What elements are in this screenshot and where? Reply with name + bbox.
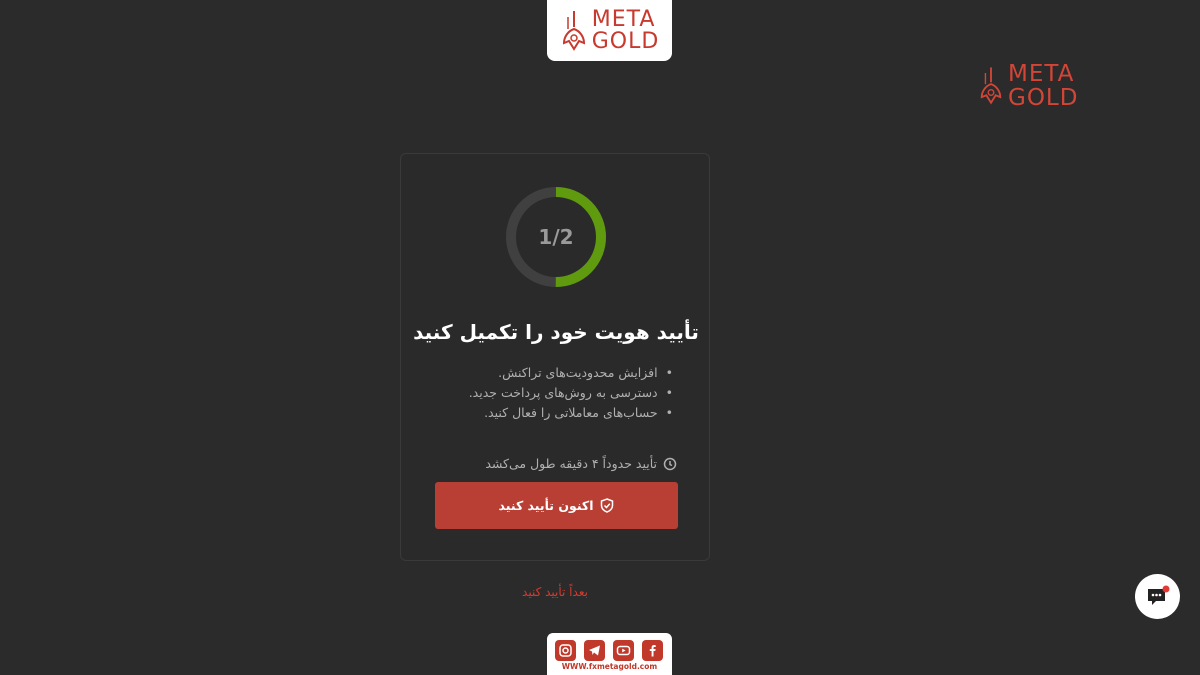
youtube-icon[interactable]: [613, 640, 634, 661]
duration-note: تأیید حدوداً ۴ دقیقه طول می‌کشد: [485, 456, 677, 471]
verification-card: 1/2 تأیید هویت خود را تکمیل کنید افزایش …: [400, 153, 710, 561]
list-item: افزایش محدودیت‌های تراکنش.: [469, 363, 673, 383]
watermark-logo: META GOLD: [978, 62, 1078, 110]
chat-support-button[interactable]: [1135, 574, 1180, 619]
website-url: WWW.fxmetagold.com: [561, 662, 658, 671]
verify-later-link[interactable]: بعداً تأیید کنید: [500, 585, 610, 599]
top-logo: META GOLD: [547, 0, 672, 61]
list-item: دسترسی به روش‌های پرداخت جدید.: [469, 383, 673, 403]
logo-wordmark: META GOLD: [1008, 61, 1079, 111]
facebook-icon[interactable]: [642, 640, 663, 661]
list-item: حساب‌های معاملاتی را فعال کنید.: [469, 403, 673, 423]
logo-wordmark: META GOLD: [591, 6, 660, 54]
clock-icon: [663, 457, 677, 470]
benefits-list: افزایش محدودیت‌های تراکنش. دسترسی به روش…: [469, 363, 673, 423]
chat-support-icon: [1147, 585, 1169, 605]
card-title: تأیید هویت خود را تکمیل کنید: [413, 320, 699, 344]
verify-now-button[interactable]: اکنون تأیید کنید: [435, 482, 678, 529]
progress-step-label: 1/2: [538, 225, 574, 249]
verify-now-label: اکنون تأیید کنید: [498, 498, 594, 513]
shield-check-icon: [601, 498, 614, 513]
duration-text: تأیید حدوداً ۴ دقیقه طول می‌کشد: [485, 456, 657, 471]
social-links-banner: WWW.fxmetagold.com: [547, 633, 672, 675]
metagold-logo-icon: [562, 10, 585, 51]
metagold-logo-icon: [980, 67, 1002, 105]
telegram-icon[interactable]: [584, 640, 605, 661]
instagram-icon[interactable]: [555, 640, 576, 661]
